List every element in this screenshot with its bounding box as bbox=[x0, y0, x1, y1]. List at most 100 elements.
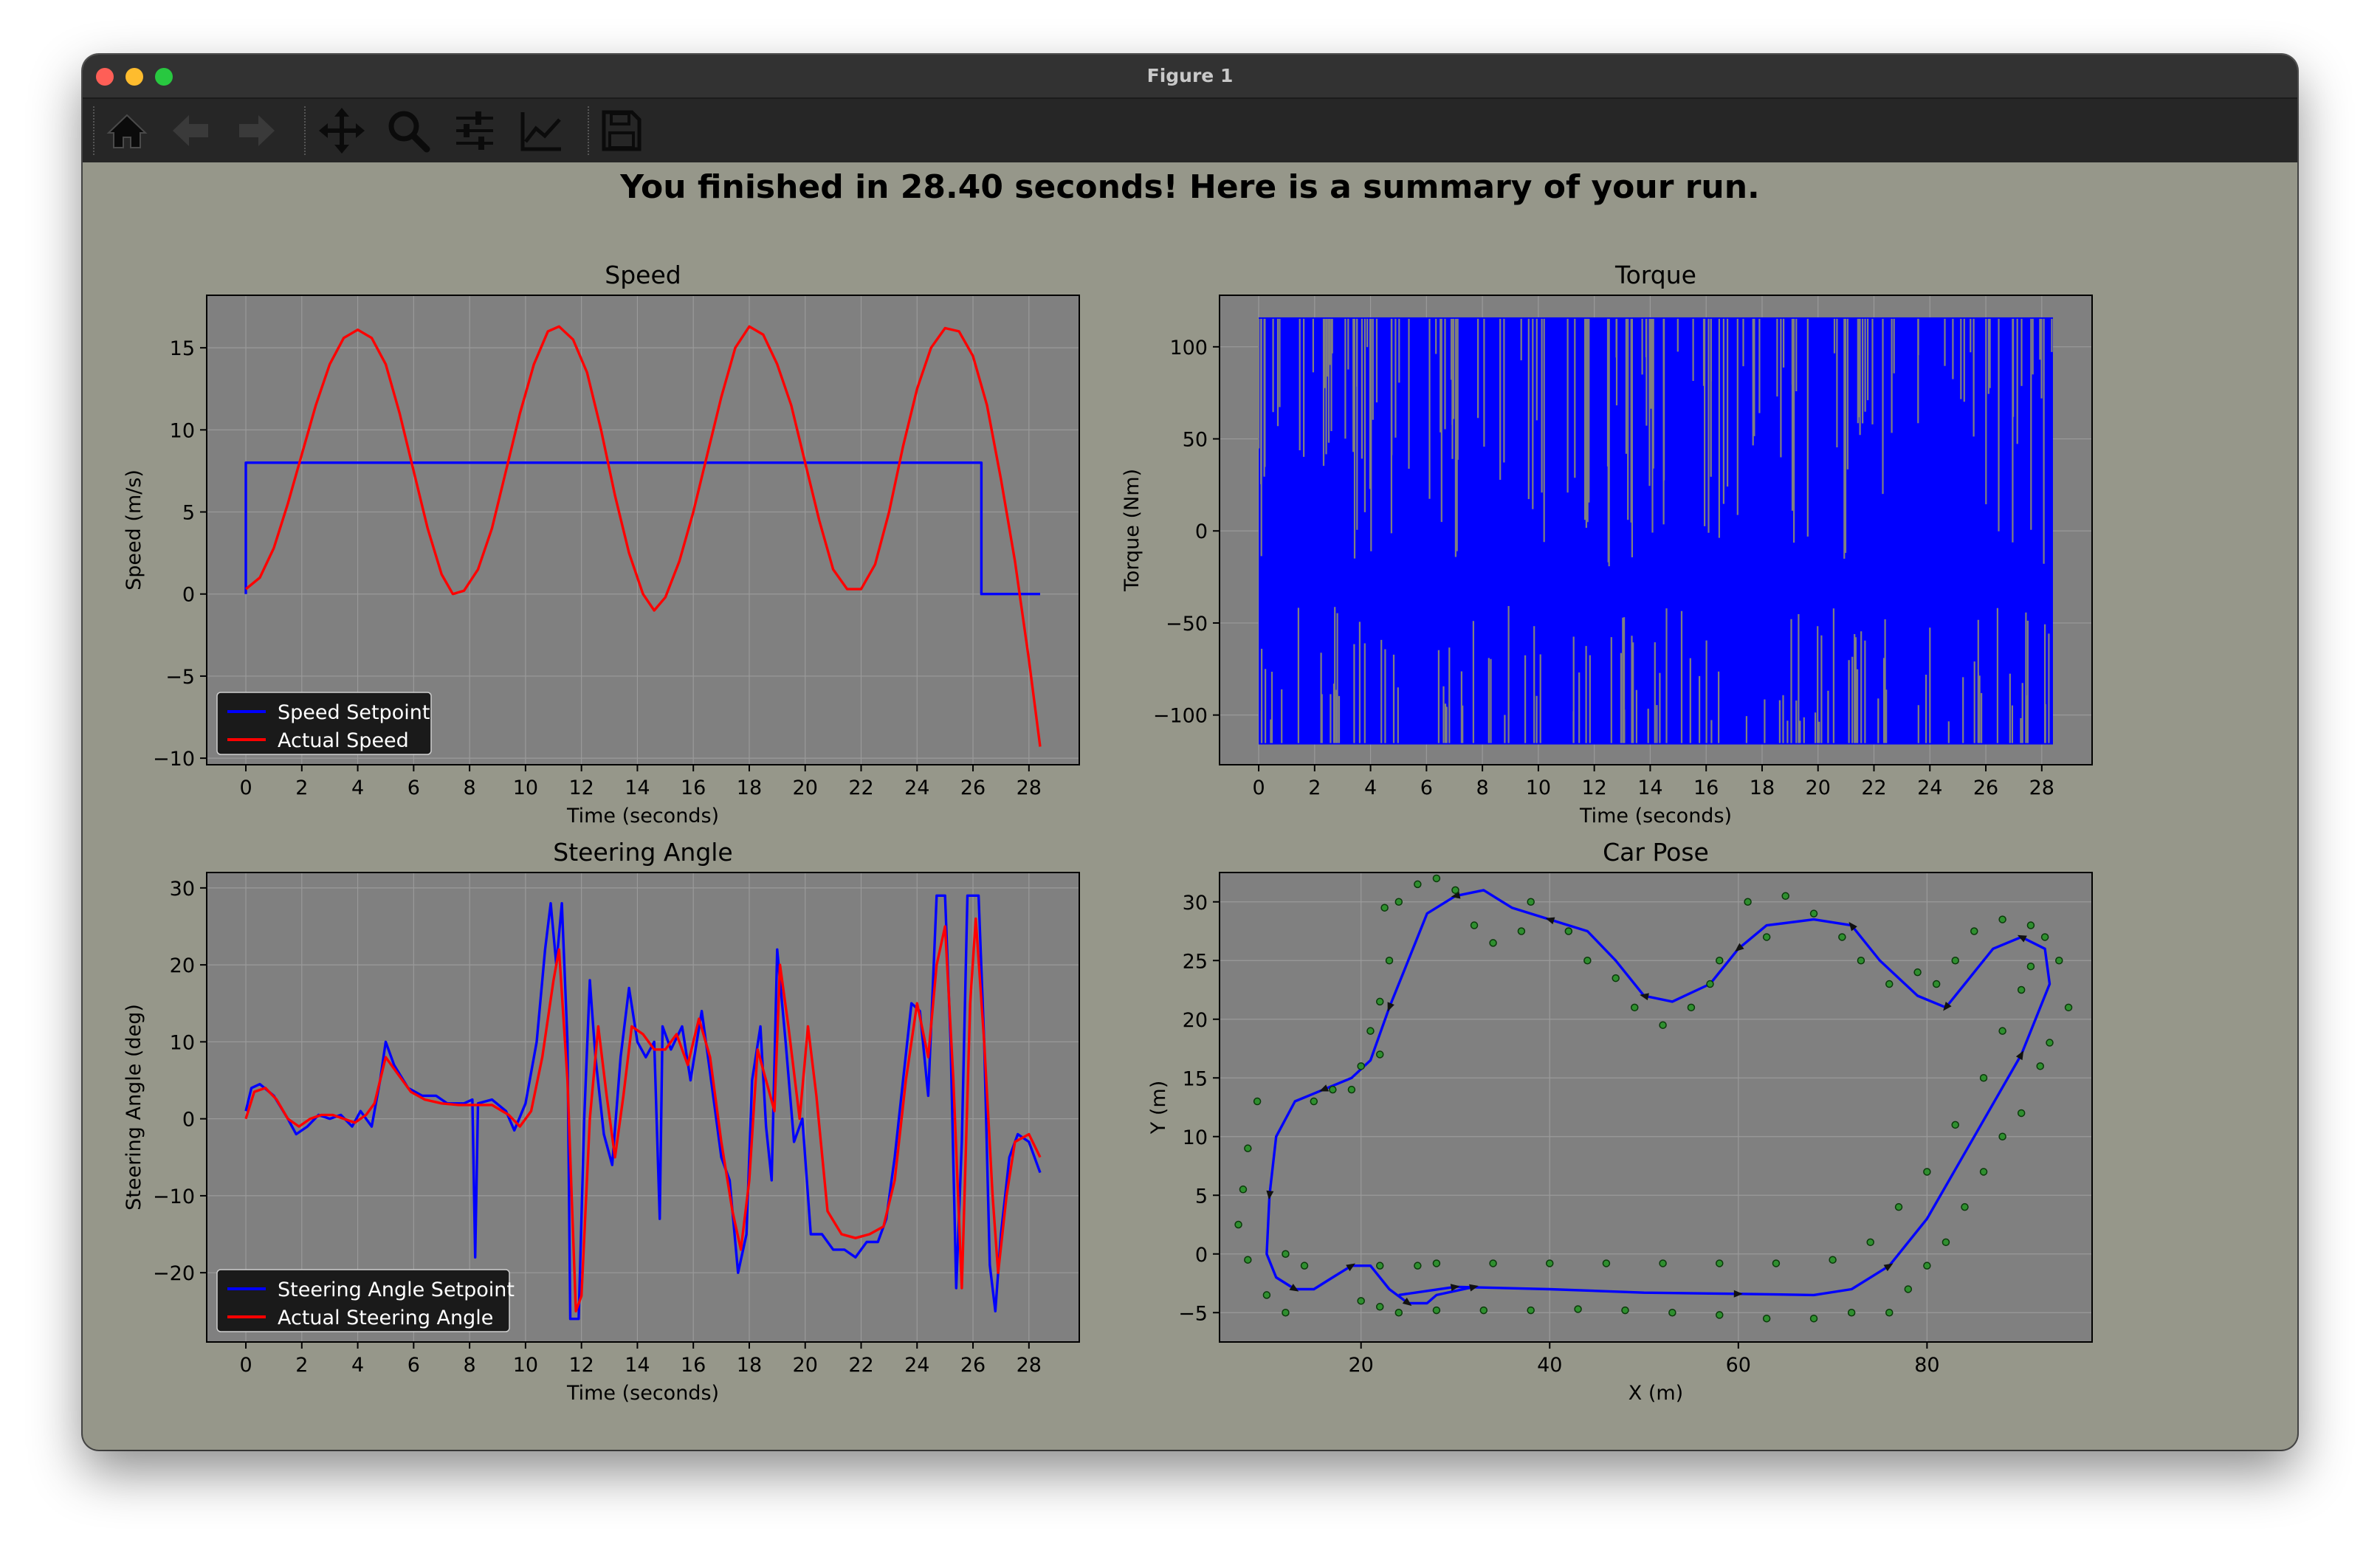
chart-speed: 0 2 4 6 8 10 12 14 16 18 20 22 24 26 28−10−5051015Spee… bbox=[123, 261, 1080, 827]
x-tick-label: 14 bbox=[625, 777, 650, 799]
floppy-disk-icon bbox=[602, 110, 642, 151]
line-chart-icon bbox=[520, 112, 561, 151]
toolbar-separator bbox=[588, 106, 589, 155]
x-tick-label: 22 bbox=[848, 777, 873, 799]
cone-marker bbox=[1432, 1259, 1441, 1267]
legend-label: Actual Steering Angle bbox=[278, 1307, 493, 1329]
cone-marker bbox=[1262, 1291, 1271, 1299]
x-tick-label: 18 bbox=[737, 1354, 762, 1377]
y-tick-label: −10 bbox=[153, 748, 195, 771]
cone-marker bbox=[1239, 1185, 1248, 1194]
save-button[interactable] bbox=[596, 106, 645, 155]
y-tick-label: −5 bbox=[1178, 1302, 1208, 1325]
x-axis-label: Time (seconds) bbox=[566, 805, 719, 827]
cone-marker bbox=[1574, 1305, 1582, 1313]
x-tick-label: 10 bbox=[513, 777, 538, 799]
cone-marker bbox=[2055, 957, 2063, 965]
cone-marker bbox=[1847, 1309, 1856, 1317]
x-tick-label: 0 bbox=[239, 1354, 252, 1377]
x-axis-label: Time (seconds) bbox=[566, 1382, 719, 1405]
cone-marker bbox=[1857, 957, 1865, 965]
chart-title: Steering Angle bbox=[553, 838, 733, 867]
cone-marker bbox=[1564, 927, 1573, 935]
cone-marker bbox=[1527, 898, 1535, 906]
y-axis-label: Steering Angle (deg) bbox=[123, 1004, 145, 1211]
move-icon bbox=[319, 108, 365, 154]
y-tick-label: 0 bbox=[1195, 1244, 1208, 1267]
y-tick-label: 5 bbox=[1195, 1185, 1208, 1208]
axes-background bbox=[1220, 873, 2092, 1342]
arrow-right-icon bbox=[239, 115, 275, 146]
cone-marker bbox=[1998, 915, 2006, 923]
x-tick-label: 16 bbox=[1693, 777, 1719, 799]
cone-marker bbox=[1687, 1003, 1696, 1012]
cone-marker bbox=[1366, 1027, 1375, 1035]
y-tick-label: 0 bbox=[182, 584, 195, 607]
cone-marker bbox=[1432, 874, 1441, 883]
x-tick-label: 20 bbox=[793, 777, 818, 799]
chart-title: Speed bbox=[605, 261, 681, 289]
cone-marker bbox=[1970, 927, 1978, 935]
customize-button[interactable] bbox=[517, 106, 565, 155]
x-tick-label: 6 bbox=[407, 1354, 420, 1377]
figure-canvas: You finished in 28.40 seconds! Here is a… bbox=[83, 162, 2297, 1450]
y-tick-label: 0 bbox=[1195, 520, 1208, 543]
cone-marker bbox=[1923, 1262, 1931, 1270]
cone-marker bbox=[1885, 980, 1894, 988]
y-tick-label: 20 bbox=[1183, 1009, 1208, 1032]
cone-marker bbox=[1545, 1259, 1554, 1267]
x-tick-label: 80 bbox=[1914, 1354, 1939, 1377]
chart-steering: 0 2 4 6 8 10 12 14 16 18 20 22 24 26 28−20−100102030St… bbox=[123, 838, 1080, 1405]
back-button[interactable] bbox=[167, 106, 216, 155]
x-tick-label: 24 bbox=[904, 1354, 929, 1377]
y-tick-label: −10 bbox=[153, 1185, 195, 1208]
cone-marker bbox=[1630, 1003, 1639, 1012]
y-axis-label: Y (m) bbox=[1147, 1081, 1170, 1135]
cone-marker bbox=[1659, 1021, 1667, 1029]
cone-marker bbox=[1998, 1132, 2006, 1140]
cone-marker bbox=[1979, 1074, 1988, 1082]
forward-button[interactable] bbox=[232, 106, 281, 155]
cone-marker bbox=[1375, 1050, 1384, 1059]
cone-marker bbox=[1375, 997, 1384, 1006]
x-tick-label: 4 bbox=[1364, 777, 1377, 799]
cone-marker bbox=[1979, 1168, 1988, 1176]
zoom-button[interactable] bbox=[384, 106, 433, 155]
toolbar-separator bbox=[304, 106, 306, 155]
x-tick-label: 14 bbox=[1637, 777, 1662, 799]
x-tick-label: 8 bbox=[464, 1354, 476, 1377]
cone-marker bbox=[2017, 985, 2026, 994]
cone-marker bbox=[1866, 1238, 1874, 1247]
cone-marker bbox=[1394, 898, 1403, 906]
y-tick-label: 10 bbox=[170, 419, 195, 442]
torque-fill bbox=[1259, 317, 2053, 745]
x-tick-label: 12 bbox=[568, 777, 594, 799]
pan-button[interactable] bbox=[317, 106, 366, 155]
cone-marker bbox=[1621, 1306, 1629, 1315]
cone-marker bbox=[1282, 1250, 1290, 1258]
y-tick-label: 0 bbox=[182, 1109, 195, 1132]
y-axis-label: Torque (Nm) bbox=[1121, 469, 1143, 592]
cone-marker bbox=[1951, 957, 1959, 965]
subplots-button[interactable] bbox=[450, 106, 499, 155]
legend-label: Actual Speed bbox=[278, 729, 409, 752]
y-tick-label: 50 bbox=[1183, 429, 1208, 452]
y-tick-label: −50 bbox=[1166, 613, 1208, 636]
cone-marker bbox=[1772, 1259, 1781, 1267]
x-tick-label: 10 bbox=[513, 1354, 538, 1377]
cone-marker bbox=[2017, 1109, 2026, 1118]
cone-marker bbox=[1612, 974, 1620, 982]
cone-marker bbox=[1904, 1285, 1913, 1293]
cone-marker bbox=[1300, 1262, 1309, 1270]
cone-marker bbox=[1347, 1085, 1356, 1094]
cone-marker bbox=[1913, 968, 1922, 977]
cone-marker bbox=[1310, 1097, 1318, 1106]
figure-window: Figure 1 You finished in 28.40 seconds! … bbox=[83, 55, 2297, 1450]
x-tick-label: 28 bbox=[2029, 777, 2054, 799]
cone-marker bbox=[1385, 957, 1394, 965]
y-tick-label: 15 bbox=[1183, 1067, 1208, 1090]
x-tick-label: 10 bbox=[1526, 777, 1551, 799]
home-button[interactable] bbox=[103, 106, 151, 155]
x-tick-label: 22 bbox=[848, 1354, 873, 1377]
legend-label: Speed Setpoint bbox=[278, 701, 430, 724]
